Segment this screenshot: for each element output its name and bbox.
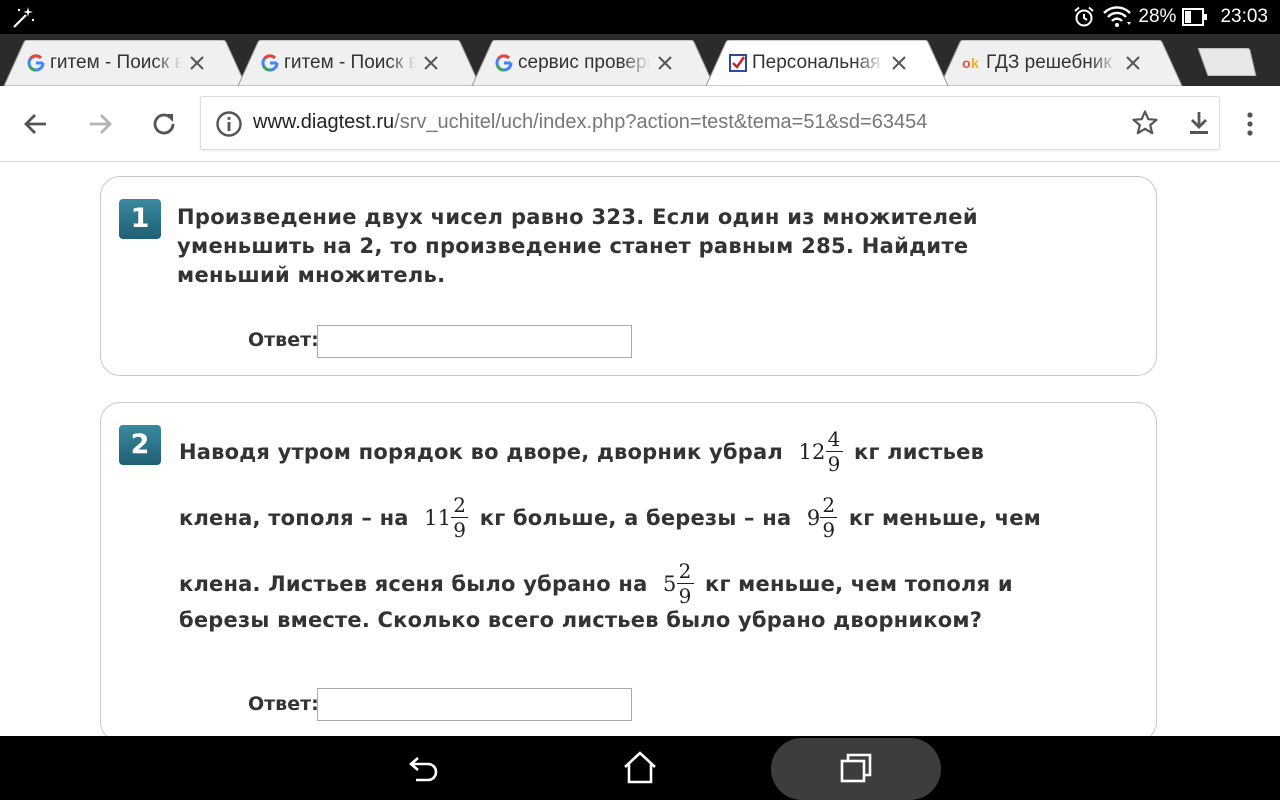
close-tab-icon[interactable]	[422, 54, 440, 72]
question-card-1: 1 Произведение двух чисел равно 323. Есл…	[100, 176, 1157, 376]
tab-title: сервис проверки знаний	[518, 52, 650, 74]
question-card-2: 2 Наводя утром порядок во дворе, дворник…	[100, 402, 1157, 736]
clock: 23:03	[1220, 6, 1268, 27]
back-nav-icon[interactable]	[406, 750, 442, 786]
tab-strip: гитем - Поиск в Google гитем - Поиск в G…	[0, 34, 1280, 86]
svg-text:k: k	[971, 55, 979, 71]
text-segment: кг меньше, чем	[848, 505, 1042, 530]
address-bar[interactable]: www.diagtest.ru/srv_uchitel/uch/index.ph…	[200, 96, 1220, 150]
answer-label: Ответ:	[248, 693, 319, 715]
tab-3[interactable]: сервис проверки знаний	[468, 40, 715, 86]
answer-label: Ответ:	[248, 329, 319, 351]
tab-title: ГДЗ решебник ранее	[986, 52, 1118, 74]
fraction-whole: 12	[798, 439, 826, 464]
android-nav-bar	[0, 736, 1280, 800]
text-segment: Наводя утром порядок во дворе, дворник у…	[179, 439, 783, 464]
battery-icon	[1182, 8, 1208, 26]
magic-wand-icon	[13, 7, 35, 28]
reload-icon[interactable]	[148, 108, 180, 140]
close-tab-icon[interactable]	[656, 54, 674, 72]
tab-title: гитем - Поиск в Google	[50, 52, 182, 74]
status-bar: 28% 23:03	[0, 0, 1280, 34]
text-segment: клена. Листьев ясеня было убрано на	[179, 571, 648, 596]
answer-input-1[interactable]	[317, 325, 632, 358]
svg-text:o: o	[962, 55, 971, 71]
fraction-numerator: 2	[820, 493, 838, 518]
question-line-2: клена, тополя – на 11 2 9 кг больше, а бер…	[179, 493, 1041, 553]
fraction-denominator: 9	[453, 518, 467, 542]
fraction-denominator: 9	[678, 584, 692, 608]
fraction-denominator: 9	[827, 452, 841, 476]
mixed-fraction: 929	[807, 493, 838, 542]
fraction-numerator: 2	[451, 493, 469, 518]
text-segment: клена, тополя – на	[179, 505, 409, 530]
tab-title: гитем - Поиск в Google	[284, 52, 416, 74]
url-path: /srv_uchitel/uch/index.php?action=test&t…	[394, 111, 928, 133]
fraction-whole: 9	[806, 505, 821, 530]
url-text[interactable]: www.diagtest.ru/srv_uchitel/uch/index.ph…	[253, 111, 927, 134]
tab-1[interactable]: гитем - Поиск в Google	[0, 40, 247, 86]
text-segment: кг меньше, чем тополя и	[705, 571, 1013, 596]
question-text: Произведение двух чисел равно 323. Если …	[177, 205, 978, 287]
download-icon[interactable]	[1185, 109, 1213, 137]
question-number-badge: 1	[119, 199, 161, 239]
bookmark-star-icon[interactable]	[1131, 109, 1159, 137]
close-tab-icon[interactable]	[188, 54, 206, 72]
mixed-fraction: 11 2 9	[424, 493, 469, 542]
fraction-denominator: 9	[822, 518, 836, 542]
close-tab-icon[interactable]	[1124, 54, 1142, 72]
question-number-badge: 2	[119, 425, 161, 465]
fraction-numerator: 4	[825, 427, 843, 452]
url-host: www.diagtest.ru	[253, 111, 395, 133]
fraction-whole: 5	[663, 571, 677, 596]
page-content: 1 Произведение двух чисел равно 323. Есл…	[0, 162, 1280, 736]
fraction-numerator: 2	[676, 559, 694, 584]
back-icon[interactable]	[20, 108, 52, 140]
question-line-1: Наводя утром порядок во дворе, дворник у…	[179, 427, 984, 487]
text-segment: березы вместе. Сколько всего листьев был…	[179, 608, 983, 632]
checkbox-favicon	[729, 54, 747, 72]
info-icon[interactable]	[215, 110, 243, 138]
home-nav-icon[interactable]	[622, 750, 658, 786]
mixed-fraction: 12 4 9	[798, 427, 843, 476]
fraction-whole: 11	[424, 505, 452, 530]
new-tab-button[interactable]	[1196, 48, 1258, 76]
overflow-menu-icon[interactable]	[1240, 110, 1260, 138]
google-g-icon	[495, 54, 513, 72]
question-line-4: березы вместе. Сколько всего листьев был…	[179, 607, 982, 667]
recents-nav-icon[interactable]	[838, 750, 874, 786]
battery-percent: 28%	[1138, 6, 1177, 27]
text-segment: кг листьев	[854, 439, 985, 464]
ok-favicon: o k	[962, 55, 979, 71]
browser-toolbar: www.diagtest.ru/srv_uchitel/uch/index.ph…	[0, 86, 1280, 162]
alarm-icon	[1074, 6, 1095, 27]
tab-4-active[interactable]: Персональная страница	[702, 40, 949, 86]
wifi-icon	[1103, 6, 1132, 27]
google-g-icon	[27, 54, 45, 72]
close-tab-icon[interactable]	[890, 54, 908, 72]
answer-input-2[interactable]	[317, 688, 632, 721]
text-segment: кг больше, а березы – на	[479, 505, 792, 530]
tab-2[interactable]: гитем - Поиск в Google	[234, 40, 481, 86]
tab-5[interactable]: o k ГДЗ решебник ранее	[936, 40, 1183, 86]
google-g-icon	[261, 54, 279, 72]
tab-title: Персональная страница	[752, 52, 884, 74]
mixed-fraction: 529	[663, 559, 694, 608]
forward-icon[interactable]	[84, 108, 116, 140]
